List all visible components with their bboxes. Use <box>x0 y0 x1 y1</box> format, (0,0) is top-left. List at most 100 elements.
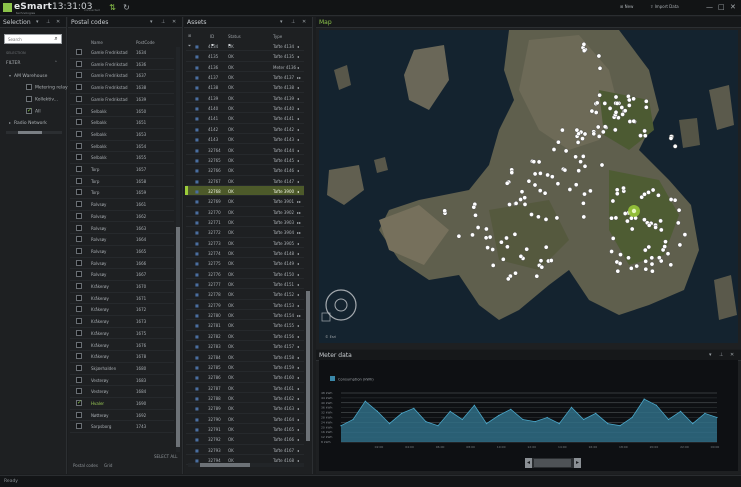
row-checkbox[interactable] <box>76 224 82 231</box>
asset-pin-icon[interactable] <box>663 239 668 244</box>
asset-pin-icon[interactable] <box>656 255 662 260</box>
asset-row[interactable]: ■ 32788 OK Tafte 4162 ◂ <box>186 393 304 404</box>
scrollbar-thumb[interactable] <box>200 463 250 467</box>
row-action-icon[interactable]: ◂ <box>297 251 299 256</box>
asset-pin-icon[interactable] <box>642 217 647 222</box>
asset-pin-icon[interactable] <box>617 261 623 266</box>
asset-pin-icon[interactable] <box>668 136 674 141</box>
asset-pin-icon[interactable] <box>646 244 652 250</box>
asset-pin-icon[interactable] <box>614 187 620 193</box>
asset-row[interactable]: ■ 4136 OK Meter 4136 ◂ <box>186 62 304 73</box>
asset-pin-icon[interactable] <box>594 100 600 106</box>
row-action-icon[interactable]: ◂ <box>297 106 299 111</box>
asset-pin-icon[interactable] <box>677 242 683 248</box>
asset-pin-icon[interactable] <box>631 96 636 102</box>
asset-pin-icon[interactable] <box>543 244 549 250</box>
row-checkbox[interactable] <box>76 177 82 184</box>
asset-pin-icon[interactable] <box>626 97 632 103</box>
table-row[interactable]: Rolvsøy 1662 <box>70 211 174 223</box>
row-action-icon[interactable]: ◂ <box>297 189 299 194</box>
search-field[interactable]: ⌕ <box>4 34 62 44</box>
row-action-icon[interactable]: ◂ <box>297 116 299 121</box>
asset-pin-icon[interactable] <box>522 202 528 207</box>
row-action-icon[interactable]: ◂ <box>297 127 299 132</box>
asset-pin-icon[interactable] <box>522 195 527 200</box>
row-action-icon[interactable]: ◂ <box>297 427 299 432</box>
asset-pin-icon[interactable] <box>581 200 586 206</box>
row-action-icon[interactable]: ◂ <box>297 334 299 339</box>
asset-pin-icon[interactable] <box>573 154 578 160</box>
row-checkbox[interactable] <box>76 388 82 395</box>
close-button[interactable]: ✕ <box>730 3 736 11</box>
row-action-icon[interactable]: ◂ <box>297 396 299 401</box>
row-checkbox-checked[interactable] <box>76 399 82 406</box>
row-checkbox[interactable] <box>76 341 82 348</box>
asset-pin-icon[interactable] <box>475 225 481 230</box>
meter-chart[interactable]: Consumption (kWh) 48 kWh44 kWh40 kWh36 k… <box>319 360 738 471</box>
asset-row[interactable]: ■ 32764 OK Tafte 4144 ◂ <box>186 145 304 155</box>
asset-pin-icon[interactable] <box>545 172 550 178</box>
asset-pin-icon[interactable] <box>668 197 674 202</box>
table-row[interactable]: Kråkerøy 1670 <box>70 281 174 293</box>
asset-pin-icon[interactable] <box>620 112 625 117</box>
asset-pin-icon[interactable] <box>555 181 561 186</box>
asset-pin-icon[interactable] <box>504 180 510 186</box>
asset-pin-icon[interactable] <box>532 171 538 177</box>
asset-pin-icon[interactable] <box>490 247 495 252</box>
pin-icon[interactable]: ⊥ <box>46 19 50 25</box>
asset-row[interactable]: ■ 32779 OK Tafte 4153 ◂ <box>186 300 304 311</box>
asset-pin-icon[interactable] <box>615 268 621 274</box>
row-checkbox[interactable] <box>76 166 82 172</box>
asset-pin-icon[interactable] <box>456 233 462 239</box>
asset-pin-icon[interactable] <box>573 182 579 187</box>
postal-vertical-scrollbar[interactable] <box>176 47 180 452</box>
asset-pin-icon[interactable] <box>442 208 447 214</box>
row-action-icon[interactable]: ▸▸ <box>297 199 301 204</box>
new-button[interactable]: ⊞ New <box>620 4 633 9</box>
asset-pin-icon[interactable] <box>621 185 626 191</box>
asset-pin-icon[interactable] <box>537 188 543 193</box>
row-action-icon[interactable]: ◂ <box>297 54 299 59</box>
asset-pin-icon[interactable] <box>567 187 573 192</box>
minimize-button[interactable]: — <box>706 3 713 11</box>
time-range-scrollbar[interactable]: ◂ ▸ <box>525 458 581 468</box>
table-row[interactable]: Vesterøy 1683 <box>70 375 174 387</box>
row-checkbox[interactable] <box>76 84 82 91</box>
pin-icon[interactable]: ⊥ <box>291 19 295 25</box>
asset-row[interactable]: ■ 32776 OK Tafte 4150 ◂ <box>186 269 304 280</box>
panel-close-icon[interactable]: ✕ <box>302 19 306 25</box>
tree-node-filter[interactable]: FILTER ⌃ <box>6 61 58 66</box>
asset-row[interactable]: ■ 32791 OK Tafte 4165 ◂ <box>186 424 304 435</box>
row-action-icon[interactable]: ◂ <box>297 386 299 391</box>
asset-row[interactable]: ■ 32790 OK Tafte 4164 ◂ <box>186 414 304 424</box>
asset-pin-icon[interactable] <box>593 110 599 115</box>
column-header-type[interactable]: Type <box>273 34 282 39</box>
asset-pin-icon[interactable] <box>642 128 647 134</box>
asset-pin-icon[interactable] <box>607 106 613 111</box>
tree-node-am-warehouse[interactable]: ▾ AM Warehouse <box>9 73 47 79</box>
asset-pin-icon[interactable] <box>504 235 509 241</box>
asset-pin-icon[interactable] <box>529 212 534 217</box>
column-chooser-icon[interactable]: ⊞ <box>188 33 191 38</box>
row-action-icon[interactable]: ◂ <box>297 179 299 184</box>
asset-pin-icon[interactable] <box>628 265 634 271</box>
asset-row[interactable]: ■ 4141 OK Tafte 4141 ◂ <box>186 113 304 124</box>
asset-row[interactable]: ■ 4135 OK Tafte 4135 ◂ <box>186 51 304 62</box>
table-row[interactable]: Kråkerøy 1678 <box>70 351 174 363</box>
asset-row[interactable]: ■ 32792 OK Tafte 4166 ◂ <box>186 434 304 445</box>
asset-pin-icon[interactable] <box>650 268 655 274</box>
row-checkbox[interactable] <box>76 107 82 114</box>
asset-pin-icon[interactable] <box>609 215 614 221</box>
asset-pin-icon[interactable] <box>534 273 540 279</box>
asset-pin-icon[interactable] <box>526 178 532 184</box>
scrollbar-thumb[interactable] <box>18 131 42 134</box>
asset-pin-icon[interactable] <box>649 255 655 261</box>
asset-row[interactable]: ■ 32768 OK Tafte 3900 ◂ <box>185 185 304 197</box>
row-action-icon[interactable]: ◂ <box>297 44 299 49</box>
assets-horizontal-scrollbar[interactable] <box>188 463 304 467</box>
restore-button[interactable]: □ <box>718 3 725 11</box>
asset-pin-icon[interactable] <box>631 118 637 124</box>
asset-row[interactable]: ■ 32771 OK Tafte 3903 ▸▸ <box>186 217 304 228</box>
asset-row[interactable]: ■ 4142 OK Tafte 4142 ◂ <box>186 124 304 135</box>
asset-pin-icon[interactable] <box>591 131 597 137</box>
